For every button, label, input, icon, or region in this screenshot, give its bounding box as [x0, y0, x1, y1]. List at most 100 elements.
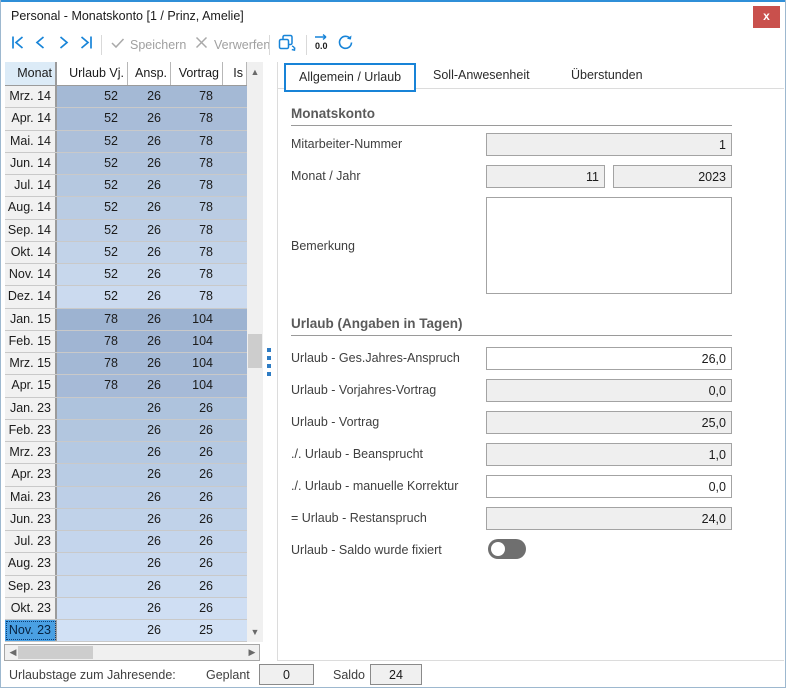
value-cell[interactable]: 26	[171, 598, 223, 619]
tab-soll-anwesenheit[interactable]: Soll-Anwesenheit	[433, 63, 530, 88]
value-cell[interactable]: 26	[128, 242, 171, 263]
table-row[interactable]: Sep. 14522678	[5, 220, 263, 242]
table-row[interactable]: Jul. 232626	[5, 531, 263, 553]
value-cell[interactable]: 26	[128, 531, 171, 552]
table-row[interactable]: Jan. 232626	[5, 398, 263, 420]
value-cell[interactable]: 26	[128, 598, 171, 619]
month-cell[interactable]: Feb. 15	[5, 331, 57, 352]
value-cell[interactable]: 26	[128, 197, 171, 218]
value-cell[interactable]: 78	[171, 153, 223, 174]
value-cell[interactable]: 26	[128, 331, 171, 352]
field-input[interactable]	[486, 507, 732, 530]
discard-button[interactable]: Verwerfen	[193, 33, 270, 57]
table-row[interactable]: Feb. 157826104	[5, 331, 263, 353]
month-cell[interactable]: Nov. 23	[5, 620, 57, 641]
recalculate-button[interactable]: 0.0	[312, 33, 332, 57]
month-cell[interactable]: Sep. 14	[5, 220, 57, 241]
value-cell[interactable]: 104	[171, 309, 223, 330]
value-cell[interactable]: 26	[128, 620, 171, 641]
table-row[interactable]: Mrz. 157826104	[5, 353, 263, 375]
value-cell[interactable]: 26	[128, 576, 171, 597]
column-header-is[interactable]: Is	[223, 62, 247, 85]
field-input[interactable]	[486, 411, 732, 434]
month-cell[interactable]: Jul. 14	[5, 175, 57, 196]
value-cell[interactable]	[223, 353, 247, 374]
table-row[interactable]: Okt. 14522678	[5, 242, 263, 264]
table-row[interactable]: Dez. 14522678	[5, 286, 263, 308]
nav-first-button[interactable]	[9, 33, 26, 57]
field-input[interactable]	[486, 379, 732, 402]
table-row[interactable]: Nov. 14522678	[5, 264, 263, 286]
value-cell[interactable]: 26	[171, 398, 223, 419]
field-input[interactable]	[486, 443, 732, 466]
value-cell[interactable]: 26	[171, 442, 223, 463]
month-cell[interactable]: Aug. 14	[5, 197, 57, 218]
refresh-button[interactable]	[336, 33, 355, 57]
value-cell[interactable]	[223, 576, 247, 597]
value-cell[interactable]: 78	[171, 220, 223, 241]
table-row[interactable]: Apr. 14522678	[5, 108, 263, 130]
nav-previous-button[interactable]	[32, 33, 49, 57]
value-cell[interactable]	[223, 598, 247, 619]
month-cell[interactable]: Apr. 14	[5, 108, 57, 129]
month-cell[interactable]: Mrz. 15	[5, 353, 57, 374]
month-cell[interactable]: Jan. 23	[5, 398, 57, 419]
value-cell[interactable]: 52	[57, 197, 128, 218]
value-cell[interactable]: 26	[128, 86, 171, 107]
month-cell[interactable]: Jul. 23	[5, 531, 57, 552]
month-cell[interactable]: Mrz. 14	[5, 86, 57, 107]
value-cell[interactable]: 78	[171, 286, 223, 307]
column-header-vortrag[interactable]: Vortrag	[171, 62, 223, 85]
value-cell[interactable]	[57, 398, 128, 419]
table-row[interactable]: Apr. 157826104	[5, 375, 263, 397]
value-cell[interactable]	[57, 531, 128, 552]
table-row[interactable]: Mai. 14522678	[5, 131, 263, 153]
value-cell[interactable]: 26	[128, 175, 171, 196]
value-cell[interactable]: 78	[171, 197, 223, 218]
scroll-right-icon[interactable]: ▶	[245, 645, 259, 660]
value-cell[interactable]: 26	[171, 509, 223, 530]
value-cell[interactable]: 78	[57, 375, 128, 396]
copy-record-button[interactable]	[277, 33, 299, 57]
value-cell[interactable]: 26	[128, 131, 171, 152]
saldo-fixiert-toggle[interactable]	[488, 539, 526, 559]
scroll-up-icon[interactable]: ▲	[247, 64, 263, 80]
value-cell[interactable]	[223, 108, 247, 129]
value-cell[interactable]: 26	[128, 487, 171, 508]
value-cell[interactable]	[223, 153, 247, 174]
value-cell[interactable]	[57, 509, 128, 530]
value-cell[interactable]	[223, 420, 247, 441]
field-input[interactable]	[486, 347, 732, 370]
table-row[interactable]: Feb. 232626	[5, 420, 263, 442]
field-input[interactable]	[613, 165, 732, 188]
value-cell[interactable]: 26	[128, 353, 171, 374]
month-cell[interactable]: Jun. 14	[5, 153, 57, 174]
table-row[interactable]: Jan. 157826104	[5, 309, 263, 331]
value-cell[interactable]	[223, 553, 247, 574]
month-cell[interactable]: Mrz. 23	[5, 442, 57, 463]
value-cell[interactable]: 26	[171, 487, 223, 508]
value-cell[interactable]: 52	[57, 175, 128, 196]
table-row[interactable]: Jun. 232626	[5, 509, 263, 531]
value-cell[interactable]	[223, 464, 247, 485]
horizontal-scrollbar[interactable]: ◀ ▶	[4, 644, 260, 661]
value-cell[interactable]: 52	[57, 86, 128, 107]
value-cell[interactable]	[57, 442, 128, 463]
value-cell[interactable]: 26	[128, 553, 171, 574]
value-cell[interactable]: 26	[128, 442, 171, 463]
value-cell[interactable]	[223, 398, 247, 419]
value-cell[interactable]: 26	[171, 576, 223, 597]
value-cell[interactable]	[223, 531, 247, 552]
value-cell[interactable]: 26	[171, 420, 223, 441]
value-cell[interactable]: 78	[171, 131, 223, 152]
value-cell[interactable]: 25	[171, 620, 223, 641]
month-cell[interactable]: Jun. 23	[5, 509, 57, 530]
nav-last-button[interactable]	[78, 33, 95, 57]
value-cell[interactable]: 26	[128, 420, 171, 441]
value-cell[interactable]: 26	[128, 108, 171, 129]
value-cell[interactable]	[223, 175, 247, 196]
month-cell[interactable]: Apr. 15	[5, 375, 57, 396]
table-row[interactable]: Mrz. 14522678	[5, 86, 263, 108]
value-cell[interactable]: 78	[57, 353, 128, 374]
value-cell[interactable]	[223, 442, 247, 463]
